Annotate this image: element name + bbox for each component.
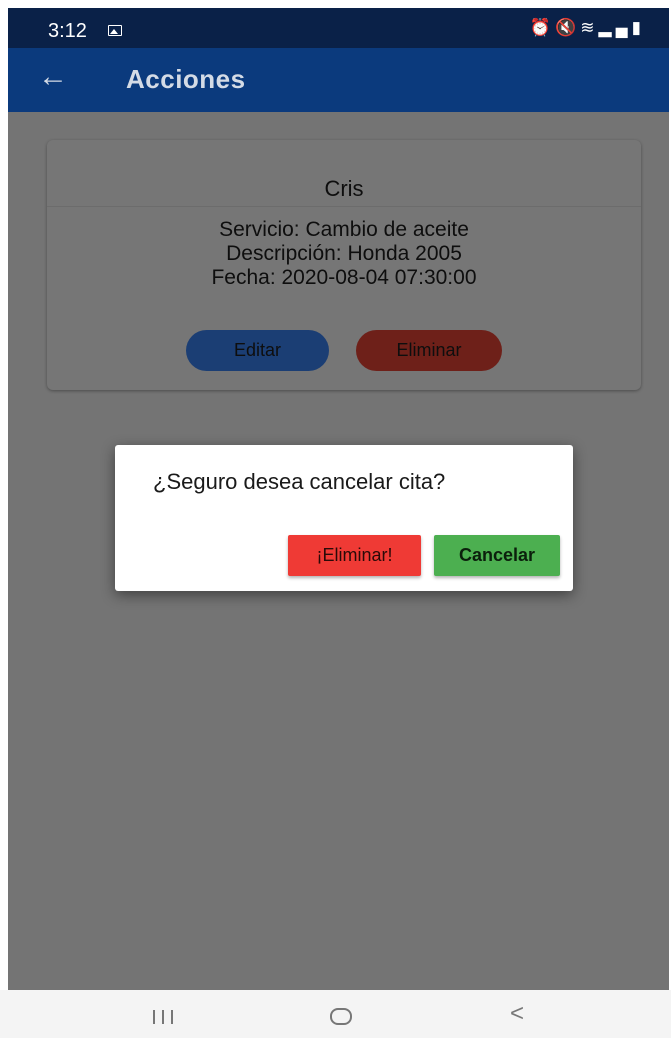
- delete-button[interactable]: Eliminar: [356, 330, 502, 371]
- status-time: 3:12: [48, 20, 87, 42]
- recent-apps-icon[interactable]: [153, 1010, 177, 1024]
- wifi-icon: ≋: [580, 18, 599, 37]
- appointment-card: Cris Servicio: Cambio de aceite Descripc…: [47, 140, 641, 390]
- date-text: Fecha: 2020-08-04 07:30:00: [211, 266, 477, 289]
- dialog-cancel-button[interactable]: Cancelar: [434, 535, 560, 576]
- status-icons: ⏰🔇≋▂▄▮: [530, 18, 645, 38]
- home-icon[interactable]: [330, 1008, 352, 1025]
- page-title: Acciones: [126, 64, 246, 94]
- back-arrow-icon[interactable]: ←: [38, 62, 68, 92]
- alarm-icon: ⏰: [529, 18, 556, 37]
- app-bar: ← Acciones: [8, 48, 669, 112]
- confirm-dialog: ¿Seguro desea cancelar cita? ¡Eliminar! …: [115, 445, 573, 591]
- battery-icon: ▮: [631, 18, 645, 37]
- card-title: Cris: [324, 176, 364, 201]
- signal-icon: ▂▄: [598, 18, 632, 37]
- description-text: Descripción: Honda 2005: [226, 242, 462, 265]
- service-text: Servicio: Cambio de aceite: [219, 218, 469, 241]
- mute-icon: 🔇: [555, 18, 581, 37]
- gallery-icon: [108, 25, 122, 36]
- status-bar: 3:12 ⏰🔇≋▂▄▮: [8, 8, 669, 48]
- dialog-message: ¿Seguro desea cancelar cita?: [153, 469, 446, 494]
- nav-back-icon[interactable]: <: [510, 1002, 524, 1026]
- edit-button[interactable]: Editar: [186, 330, 329, 371]
- dialog-delete-button[interactable]: ¡Eliminar!: [288, 535, 421, 576]
- system-nav-bar: <: [0, 990, 671, 1038]
- screen: 3:12 ⏰🔇≋▂▄▮ ← Acciones Cris Servicio: Ca…: [8, 8, 669, 990]
- card-details: Servicio: Cambio de aceite Descripción: …: [47, 218, 641, 290]
